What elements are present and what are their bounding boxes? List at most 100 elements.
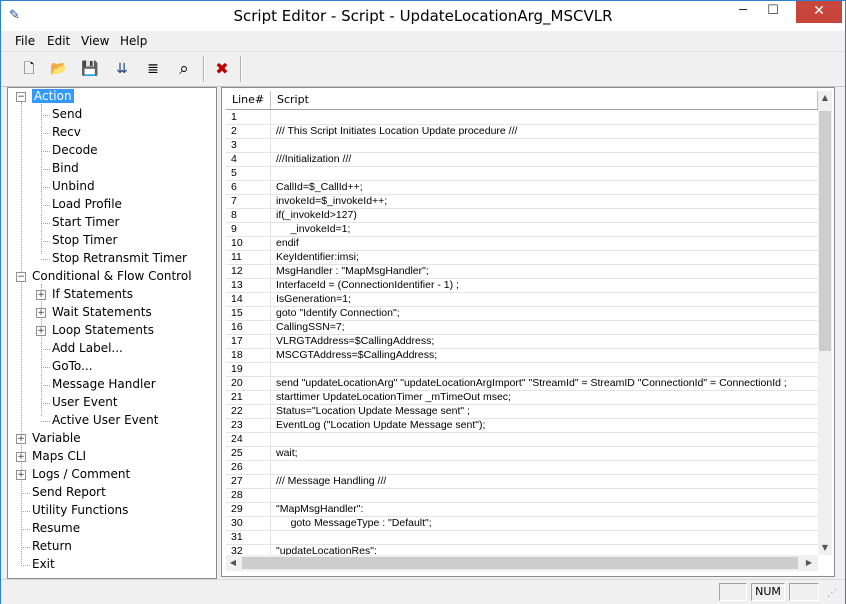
maximize-button[interactable]: ☐ [758, 1, 788, 23]
menu-file[interactable]: File [15, 34, 35, 48]
insert-button[interactable]: ⇊ [111, 58, 133, 80]
script-line-row[interactable]: 6 CallId=$_CallId++; [226, 180, 818, 195]
script-code[interactable]: starttimer UpdateLocationTimer _mTimeOut… [276, 390, 816, 404]
script-code[interactable]: MSCGTAddress=$CallingAddress; [276, 348, 816, 362]
tree-item[interactable]: Decode [52, 142, 98, 159]
menu-edit[interactable]: Edit [47, 34, 70, 48]
script-line-row[interactable]: 23 EventLog ("Location Update Message sen… [226, 418, 818, 433]
tree-item[interactable]: Unbind [52, 178, 95, 195]
script-code[interactable]: Status="Location Update Message sent" ; [276, 404, 816, 418]
script-line-row[interactable]: 3 [226, 138, 818, 153]
script-line-row[interactable]: 8 if(_invokeId>127) [226, 208, 818, 223]
script-line-row[interactable]: 10 endif [226, 236, 818, 251]
script-code[interactable]: EventLog ("Location Update Message sent"… [276, 418, 816, 432]
script-code[interactable]: ///Initialization /// [276, 152, 816, 166]
minimize-button[interactable]: ─ [728, 1, 758, 23]
script-line-row[interactable]: 20 send "updateLocationArg" "updateLocati… [226, 376, 818, 391]
vertical-scrollbar[interactable]: ▲ ▼ [818, 91, 832, 555]
script-line-row[interactable]: 19 [226, 362, 818, 377]
script-code[interactable]: _invokeId=1; [276, 222, 816, 236]
horizontal-scroll-thumb[interactable] [242, 557, 798, 569]
vertical-scroll-thumb[interactable] [819, 111, 831, 351]
tree-expander-icon[interactable]: + [16, 434, 26, 444]
open-button[interactable]: 📂 [48, 58, 70, 80]
script-lines[interactable]: 1 2/// This Script Initiates Location Upd… [226, 110, 818, 555]
tree-item[interactable]: Return [32, 538, 72, 555]
script-code[interactable]: InterfaceId = (ConnectionIdentifier - 1)… [276, 278, 816, 292]
menu-view[interactable]: View [81, 34, 109, 48]
tree-item[interactable]: Maps CLI [32, 448, 86, 465]
script-line-row[interactable]: 4 ///Initialization /// [226, 152, 818, 167]
script-code[interactable]: CallId=$_CallId++; [276, 180, 816, 194]
script-column-header[interactable]: Script [271, 91, 818, 109]
script-code[interactable]: /// Message Handling /// [276, 474, 816, 488]
script-line-row[interactable]: 31 [226, 530, 818, 545]
tree-item[interactable]: Start Timer [52, 214, 119, 231]
script-code[interactable]: invokeId=$_invokeId++; [276, 194, 816, 208]
tree-item[interactable]: Action [32, 88, 74, 105]
menu-help[interactable]: Help [120, 34, 147, 48]
script-line-row[interactable]: 1 [226, 110, 818, 125]
script-code[interactable]: goto "Identify Connection"; [276, 306, 816, 320]
scroll-up-icon[interactable]: ▲ [818, 91, 832, 105]
script-line-row[interactable]: 21 starttimer UpdateLocationTimer _mTimeO… [226, 390, 818, 405]
tree-item[interactable]: Exit [32, 556, 55, 573]
tree-item[interactable]: Add Label... [52, 340, 123, 357]
script-line-row[interactable]: 18 MSCGTAddress=$CallingAddress; [226, 348, 818, 363]
action-tree[interactable]: − Action Send Recv Decode Bind Unbind Load Prof… [7, 87, 217, 579]
script-code[interactable]: if(_invokeId>127) [276, 208, 816, 222]
tree-item[interactable]: Bind [52, 160, 79, 177]
script-line-row[interactable]: 16 CallingSSN=7; [226, 320, 818, 335]
resize-grip-icon[interactable]: ⋰ [827, 588, 837, 599]
script-code[interactable]: send "updateLocationArg" "updateLocation… [276, 376, 816, 390]
script-line-row[interactable]: 12 MsgHandler : "MapMsgHandler"; [226, 264, 818, 279]
tree-item[interactable]: GoTo... [52, 358, 93, 375]
script-code[interactable]: endif [276, 236, 816, 250]
tree-expander-icon[interactable]: + [36, 308, 46, 318]
tree-item[interactable]: Utility Functions [32, 502, 128, 519]
script-line-row[interactable]: 7 invokeId=$_invokeId++; [226, 194, 818, 209]
tree-item[interactable]: Load Profile [52, 196, 122, 213]
tree-expander-icon[interactable]: + [16, 470, 26, 480]
horizontal-scrollbar[interactable]: ◀ ▶ [226, 555, 818, 571]
script-code[interactable]: /// This Script Initiates Location Updat… [276, 124, 816, 138]
line-number-column-header[interactable]: Line# [226, 91, 271, 109]
tree-item[interactable]: User Event [52, 394, 118, 411]
script-line-row[interactable]: 11 KeyIdentifier:imsi; [226, 250, 818, 265]
script-code[interactable]: "MapMsgHandler": [276, 502, 816, 516]
indent-button[interactable]: ≣ [142, 58, 164, 80]
tree-item[interactable]: If Statements [52, 286, 133, 303]
script-line-row[interactable]: 5 [226, 166, 818, 181]
script-code[interactable]: KeyIdentifier:imsi; [276, 250, 816, 264]
script-editor-panel[interactable]: Line# Script 1 2/// This Script Initiates… [221, 87, 835, 577]
find-button[interactable]: ⌕ [173, 58, 195, 80]
tree-expander-icon[interactable]: + [36, 326, 46, 336]
script-line-row[interactable]: 30 goto MessageType : "Default"; [226, 516, 818, 531]
script-line-row[interactable]: 32 "updateLocationRes": [226, 544, 818, 555]
script-line-row[interactable]: 29 "MapMsgHandler": [226, 502, 818, 517]
save-button[interactable]: 💾 [79, 58, 101, 80]
tree-item[interactable]: Variable [32, 430, 81, 447]
tree-item[interactable]: Send [52, 106, 82, 123]
script-code[interactable]: MsgHandler : "MapMsgHandler"; [276, 264, 816, 278]
tree-item[interactable]: Stop Timer [52, 232, 117, 249]
script-line-row[interactable]: 14 IsGeneration=1; [226, 292, 818, 307]
close-button[interactable]: ✕ [796, 1, 842, 23]
script-line-row[interactable]: 17 VLRGTAddress=$CallingAddress; [226, 334, 818, 349]
tree-expander-icon[interactable]: − [16, 92, 26, 102]
delete-button[interactable]: ✖ [211, 58, 233, 80]
tree-item[interactable]: Logs / Comment [32, 466, 130, 483]
title-bar[interactable]: ✎ Script Editor - Script - UpdateLocatio… [1, 1, 845, 31]
tree-item[interactable]: Message Handler [52, 376, 156, 393]
scroll-down-icon[interactable]: ▼ [818, 541, 832, 555]
tree-item[interactable]: Loop Statements [52, 322, 154, 339]
tree-expander-icon[interactable]: + [36, 290, 46, 300]
tree-item[interactable]: Wait Statements [52, 304, 152, 321]
tree-item[interactable]: Send Report [32, 484, 106, 501]
script-line-row[interactable]: 13 InterfaceId = (ConnectionIdentifier - … [226, 278, 818, 293]
script-code[interactable]: wait; [276, 446, 816, 460]
scroll-left-icon[interactable]: ◀ [226, 556, 240, 570]
scroll-right-icon[interactable]: ▶ [802, 556, 816, 570]
script-code[interactable]: goto MessageType : "Default"; [276, 516, 816, 530]
script-line-row[interactable]: 27 /// Message Handling /// [226, 474, 818, 489]
